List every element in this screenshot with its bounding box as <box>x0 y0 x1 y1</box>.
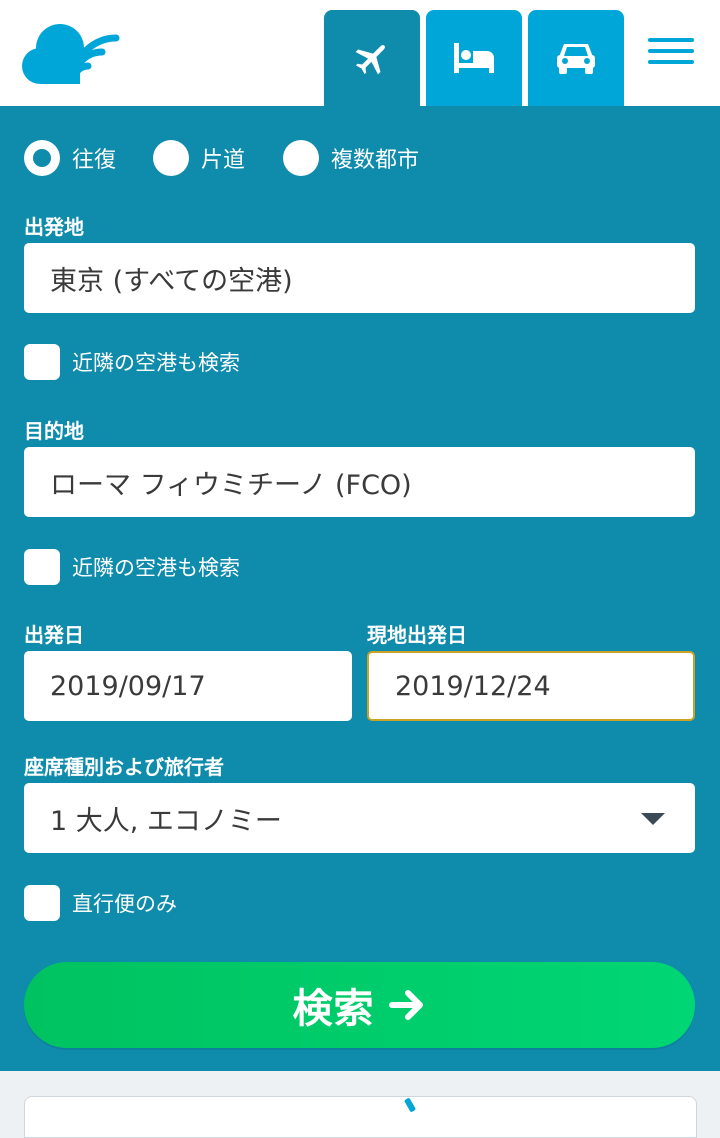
depart-date-input[interactable]: 2019/09/17 <box>24 651 352 721</box>
depart-date-label: 出発日 <box>24 623 84 647</box>
trip-type-roundtrip-radio[interactable]: 往復 <box>24 140 116 176</box>
origin-nearby-checkbox[interactable]: 近隣の空港も検索 <box>24 344 240 380</box>
hamburger-menu-icon[interactable] <box>648 38 694 74</box>
trip-type-multicity-radio[interactable]: 複数都市 <box>283 140 419 176</box>
search-button-label: 検索 <box>292 986 375 1032</box>
bed-icon <box>454 43 494 73</box>
cabin-travelers-value: 1 大人, エコノミー <box>50 805 282 837</box>
destination-label: 目的地 <box>24 419 84 443</box>
radio-circle <box>24 140 60 176</box>
return-date-input[interactable]: 2019/12/24 <box>367 651 695 721</box>
radio-label: 片道 <box>201 148 246 173</box>
arrow-right-icon <box>388 990 423 1020</box>
checkbox-label: 近隣の空港も検索 <box>72 351 240 375</box>
loading-spinner-icon <box>404 1098 416 1112</box>
car-icon <box>557 44 595 74</box>
radio-circle <box>153 140 189 176</box>
app-header <box>0 0 720 106</box>
radio-label: 往復 <box>72 148 117 173</box>
checkbox-label: 近隣の空港も検索 <box>72 556 240 580</box>
airplane-icon <box>355 45 385 75</box>
cloud-logo-icon[interactable] <box>22 22 124 84</box>
return-date-label: 現地出発日 <box>367 623 467 647</box>
results-card-partial <box>24 1096 697 1138</box>
search-button[interactable]: 検索 <box>24 962 695 1048</box>
checkbox-box <box>24 549 60 585</box>
checkbox-box <box>24 885 60 921</box>
radio-label: 複数都市 <box>331 148 420 173</box>
checkbox-label: 直行便のみ <box>72 892 177 916</box>
tab-cars[interactable] <box>528 10 624 106</box>
cabin-travelers-select[interactable]: 1 大人, エコノミー <box>24 783 695 853</box>
tab-flights[interactable] <box>324 10 420 106</box>
destination-nearby-checkbox[interactable]: 近隣の空港も検索 <box>24 549 240 585</box>
origin-input[interactable]: 東京 (すべての空港) <box>24 243 695 313</box>
destination-input[interactable]: ローマ フィウミチーノ (FCO) <box>24 447 695 517</box>
origin-label: 出発地 <box>24 215 84 239</box>
tab-hotels[interactable] <box>426 10 522 106</box>
chevron-down-icon <box>641 813 665 825</box>
direct-only-checkbox[interactable]: 直行便のみ <box>24 885 177 921</box>
cabin-travelers-label: 座席種別および旅行者 <box>24 755 224 779</box>
trip-type-oneway-radio[interactable]: 片道 <box>153 140 245 176</box>
radio-circle <box>283 140 319 176</box>
checkbox-box <box>24 344 60 380</box>
